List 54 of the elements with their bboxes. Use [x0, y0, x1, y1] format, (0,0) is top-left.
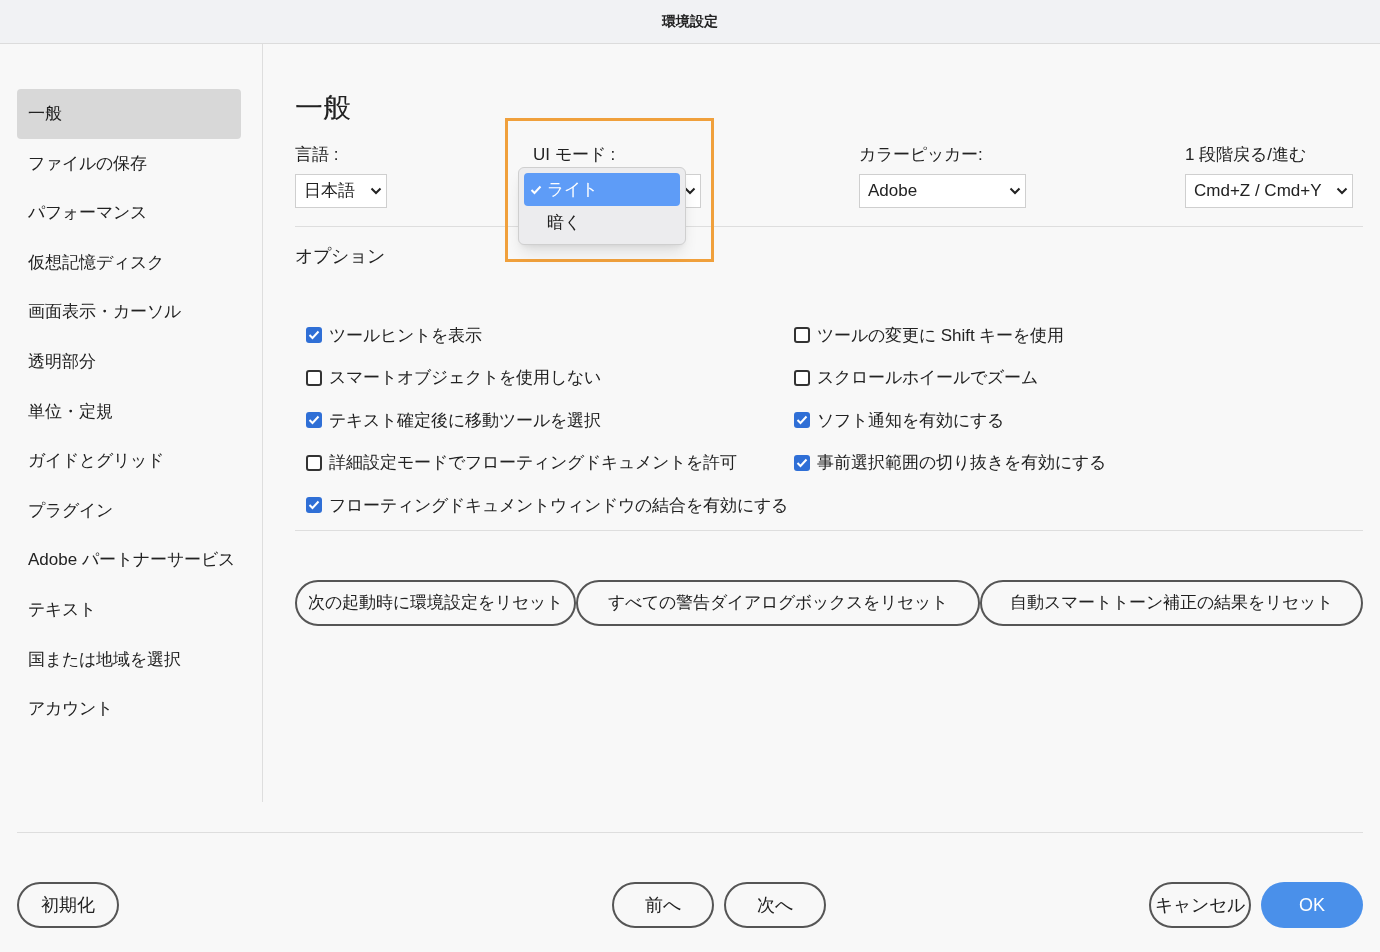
- field-label: UI モード :: [533, 144, 616, 166]
- sidebar-item[interactable]: 仮想記憶ディスク: [17, 237, 241, 288]
- checkbox-label: ツールヒントを表示: [329, 324, 482, 347]
- sidebar-item[interactable]: テキスト: [17, 584, 241, 635]
- checkbox[interactable]: [306, 327, 322, 344]
- checkbox-label: フローティングドキュメントウィンドウの結合を有効にする: [329, 494, 788, 517]
- reset-button[interactable]: 自動スマートトーン補正の結果をリセット: [980, 579, 1363, 626]
- checkbox-label: ツールの変更に Shift キーを使用: [817, 324, 1065, 347]
- section-label: オプション: [295, 245, 385, 268]
- sidebar-item[interactable]: 画面表示・カーソル: [17, 287, 241, 337]
- field-label: 1 段階戻る/進む: [1185, 144, 1306, 166]
- chevron-icon: [1009, 187, 1021, 195]
- checkbox-label: テキスト確定後に移動ツールを選択: [329, 409, 601, 432]
- sidebar-item[interactable]: 透明部分: [17, 336, 241, 387]
- dropdown[interactable]: 日本語: [295, 174, 387, 208]
- window-title: 環境設定: [662, 12, 718, 31]
- sidebar-item[interactable]: 一般: [17, 89, 241, 139]
- sidebar-item[interactable]: 単位・定規: [17, 386, 241, 437]
- chevron-icon: [684, 187, 696, 195]
- next-button[interactable]: 次へ: [724, 882, 826, 928]
- chevron-icon: [370, 187, 382, 195]
- checkbox-label: 事前選択範囲の切り抜きを有効にする: [817, 452, 1106, 474]
- field-label: 言語 :: [295, 144, 339, 166]
- sidebar-item[interactable]: ファイルの保存: [17, 138, 241, 189]
- sidebar-item[interactable]: ガイドとグリッド: [17, 436, 241, 486]
- checkbox-label: スクロールホイールでズーム: [817, 367, 1038, 389]
- reset-button[interactable]: 次の起動時に環境設定をリセット: [295, 579, 576, 626]
- checkbox[interactable]: [306, 369, 322, 386]
- checkbox[interactable]: [306, 454, 322, 471]
- checkbox[interactable]: [794, 454, 810, 471]
- checkbox[interactable]: [794, 327, 810, 344]
- cancel-button[interactable]: キャンセル: [1149, 882, 1251, 928]
- sidebar-item[interactable]: プラグイン: [17, 485, 241, 536]
- sidebar-item[interactable]: アカウント: [17, 684, 241, 734]
- checkbox-label: 詳細設定モードでフローティングドキュメントを許可: [329, 452, 737, 474]
- reset-defaults-button[interactable]: 初期化: [17, 882, 119, 928]
- menu-item[interactable]: 暗く: [524, 206, 680, 239]
- reset-button[interactable]: すべての警告ダイアログボックスをリセット: [576, 579, 980, 626]
- chevron-icon: [1336, 187, 1348, 195]
- checkbox-label: スマートオブジェクトを使用しない: [329, 367, 601, 389]
- dropdown[interactable]: Cmd+Z / Cmd+Y: [1185, 174, 1353, 208]
- section-heading: 一般: [295, 91, 352, 125]
- field-label: カラーピッカー:: [859, 144, 983, 166]
- checkbox[interactable]: [794, 412, 810, 429]
- checkbox-label: ソフト通知を有効にする: [817, 409, 1004, 432]
- checkbox[interactable]: [306, 497, 322, 514]
- previous-button[interactable]: 前へ: [612, 882, 714, 928]
- dropdown[interactable]: Adobe: [859, 174, 1026, 208]
- checkbox[interactable]: [306, 412, 322, 429]
- checkmark-icon: [530, 184, 542, 195]
- sidebar-item[interactable]: Adobe パートナーサービス: [17, 535, 241, 585]
- sidebar-item[interactable]: パフォーマンス: [17, 188, 241, 238]
- checkbox[interactable]: [794, 369, 810, 386]
- sidebar-item[interactable]: 国または地域を選択: [17, 634, 241, 685]
